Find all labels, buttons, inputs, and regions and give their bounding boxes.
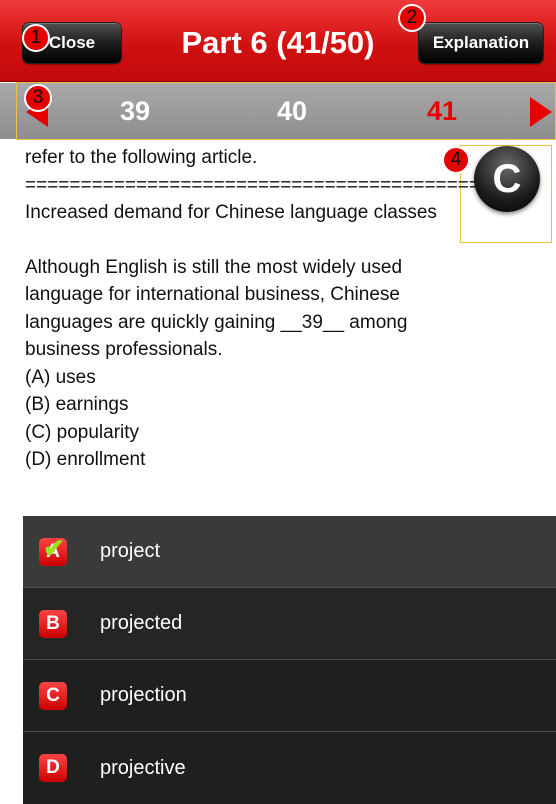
marker-3: 3 — [24, 84, 52, 112]
nav-question-40[interactable]: 40 — [252, 83, 332, 139]
answer-label: projective — [100, 756, 186, 779]
marker-1: 1 — [22, 24, 50, 52]
answer-choice-b[interactable]: B projected — [23, 588, 556, 660]
article-text: refer to the following article. ========… — [25, 144, 550, 474]
page-title: Part 6 (41/50) — [181, 25, 375, 60]
nav-question-41-current[interactable]: 41 — [402, 83, 482, 139]
marker-4: 4 — [442, 146, 470, 174]
answer-badge-b: B — [39, 609, 67, 638]
answer-choice-c[interactable]: C projection — [23, 660, 556, 732]
answer-badge-c: C — [39, 681, 67, 710]
next-arrow-icon[interactable] — [530, 97, 552, 127]
answer-label: project — [100, 540, 161, 562]
check-icon: ✔ — [43, 532, 65, 563]
article-separator: ========================================… — [25, 174, 485, 196]
article-line: refer to the following article. — [25, 147, 258, 168]
answer-list: A ✔ project B projected C projection D p… — [23, 516, 556, 804]
answer-badge-a: A ✔ — [39, 534, 67, 566]
top-header: Close Part 6 (41/50) Explanation — [0, 0, 556, 82]
option-d-text: (D) enrollment — [25, 449, 146, 470]
article-line: language for international business, Chi… — [25, 284, 400, 305]
answer-badge-d: D — [39, 754, 67, 782]
nav-question-39[interactable]: 39 — [95, 83, 175, 139]
article-heading: Increased demand for Chinese language cl… — [25, 202, 437, 223]
explanation-button[interactable]: Explanation — [418, 22, 544, 64]
c-floating-button[interactable]: C — [474, 146, 540, 212]
article-line: languages are quickly gaining __39__ amo… — [25, 311, 408, 333]
question-nav-bar: 39 40 41 — [0, 83, 556, 139]
option-b-text: (B) earnings — [25, 394, 129, 415]
answer-label: projection — [100, 684, 187, 706]
article-line: Although English is still the most widel… — [25, 256, 403, 278]
option-a-text: (A) uses — [25, 366, 96, 388]
article-line: business professionals. — [25, 339, 223, 360]
answer-choice-a[interactable]: A ✔ project — [23, 516, 556, 588]
marker-2: 2 — [398, 4, 426, 32]
answer-label: projected — [100, 612, 183, 634]
answer-choice-d[interactable]: D projective — [23, 732, 556, 804]
option-c-text: (C) popularity — [25, 421, 140, 443]
